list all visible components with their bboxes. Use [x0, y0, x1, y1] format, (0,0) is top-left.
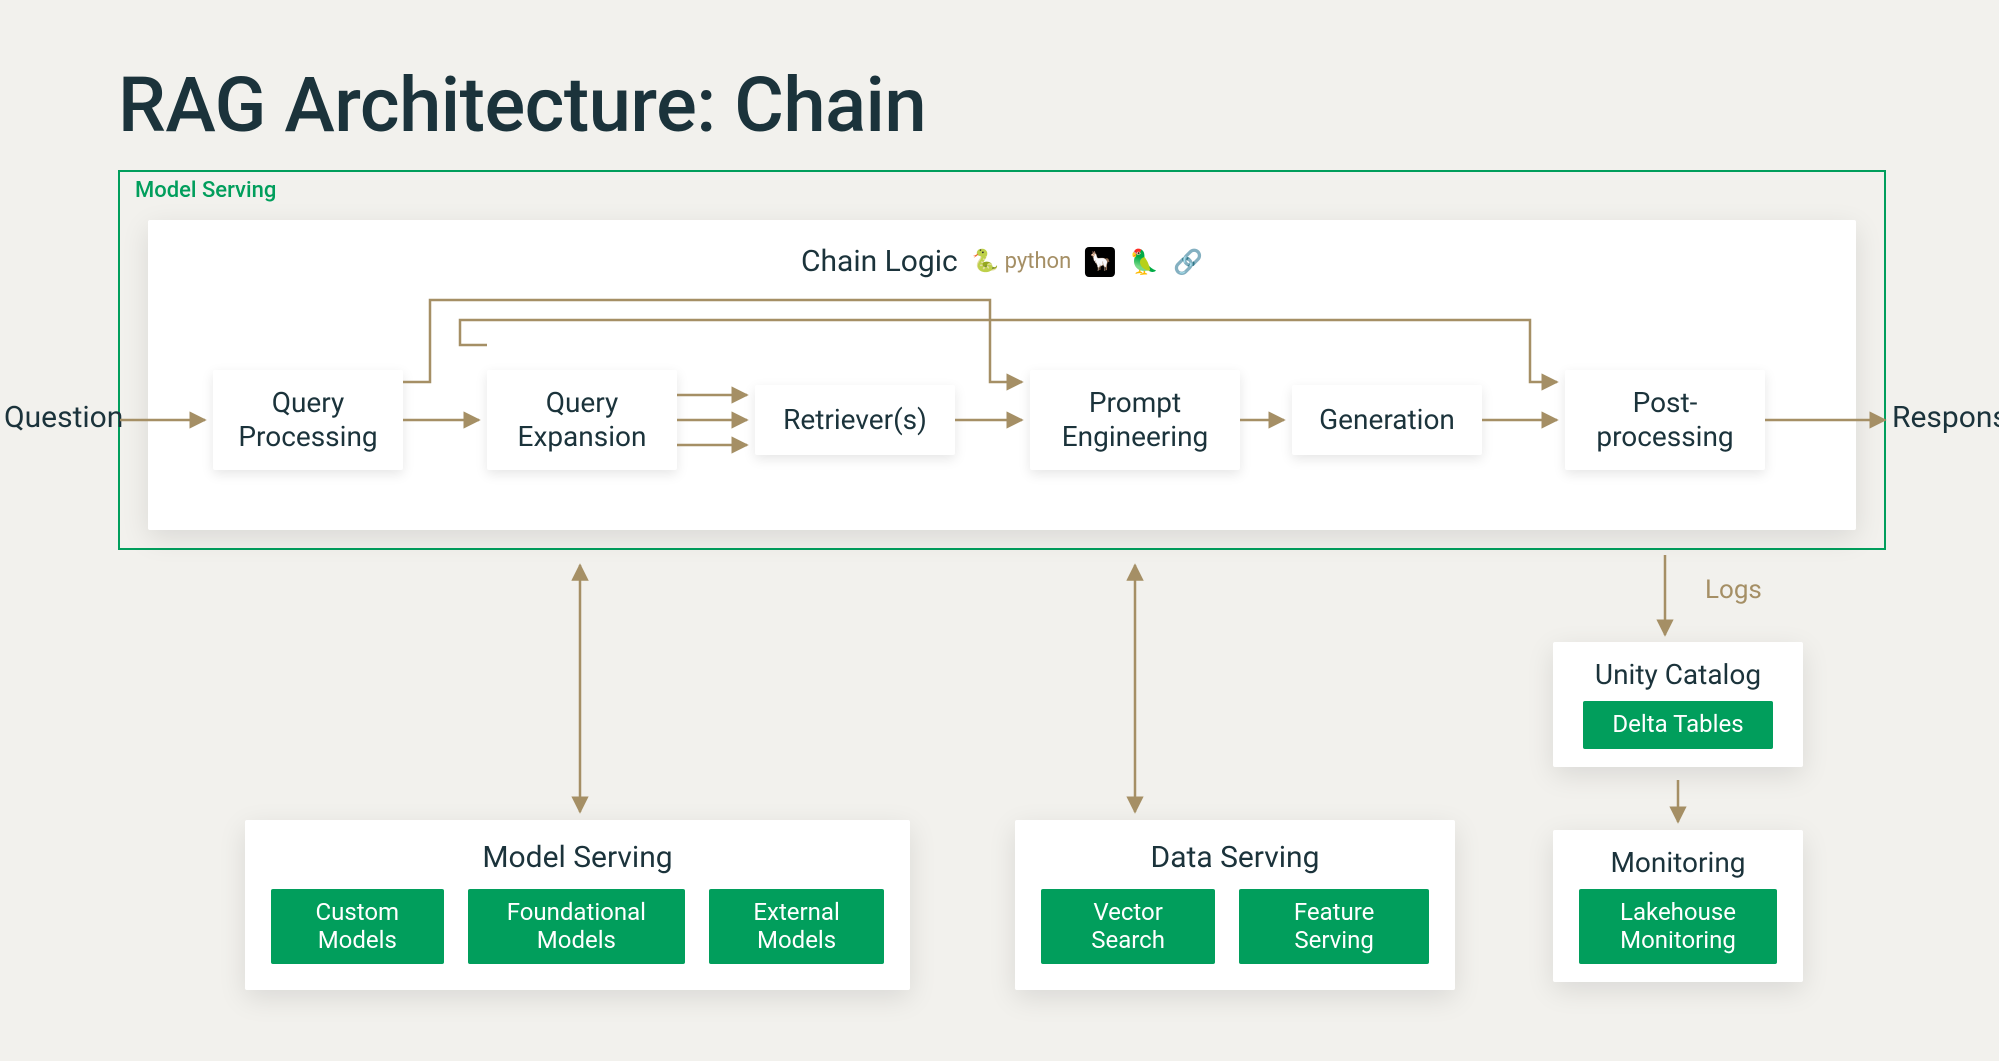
panel-monitoring-title: Monitoring [1553, 830, 1803, 889]
stage-retrievers: Retriever(s) [755, 385, 955, 455]
chain-logic-header: Chain Logic 🐍 python 🦙 🦜 🔗 [801, 244, 1203, 279]
pill-delta-tables: Delta Tables [1583, 701, 1773, 749]
pill-foundational-models: Foundational Models [468, 889, 686, 964]
python-icon: 🐍 python [972, 249, 1072, 274]
page-title: RAG Architecture: Chain [118, 60, 926, 150]
stage-query-expansion: Query Expansion [487, 370, 677, 470]
logs-label: Logs [1705, 575, 1762, 605]
panel-model-serving: Model Serving Custom Models Foundational… [245, 820, 910, 990]
diagram-canvas: RAG Architecture: Chain Model Serving Ch… [0, 0, 1999, 1061]
pill-lakehouse-monitoring: Lakehouse Monitoring [1579, 889, 1777, 964]
pill-feature-serving: Feature Serving [1239, 889, 1429, 964]
panel-model-serving-title: Model Serving [245, 820, 910, 889]
stage-post-processing: Post-processing [1565, 370, 1765, 470]
stage-query-processing: Query Processing [213, 370, 403, 470]
panel-data-serving-title: Data Serving [1015, 820, 1455, 889]
pill-vector-search: Vector Search [1041, 889, 1215, 964]
pill-external-models: External Models [709, 889, 884, 964]
panel-data-serving: Data Serving Vector Search Feature Servi… [1015, 820, 1455, 990]
pill-custom-models: Custom Models [271, 889, 444, 964]
stage-prompt-engineering: Prompt Engineering [1030, 370, 1240, 470]
model-serving-outer-label: Model Serving [135, 178, 276, 203]
chain-logic-label: Chain Logic [801, 244, 958, 279]
panel-unity-catalog: Unity Catalog Delta Tables [1553, 642, 1803, 767]
parrot-icon: 🦜 [1129, 248, 1159, 276]
panel-monitoring: Monitoring Lakehouse Monitoring [1553, 830, 1803, 982]
llama-icon: 🦙 [1085, 247, 1115, 277]
question-label: Question [4, 400, 123, 435]
panel-unity-catalog-title: Unity Catalog [1553, 642, 1803, 701]
response-label: Response [1892, 400, 1999, 435]
link-icon: 🔗 [1173, 248, 1203, 276]
stage-generation: Generation [1292, 385, 1482, 455]
